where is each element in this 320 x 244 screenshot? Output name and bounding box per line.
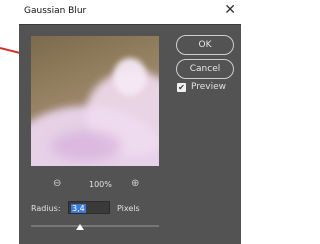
close-icon[interactable]: ✕ bbox=[224, 2, 236, 18]
zoom-in-icon[interactable]: ⊕ bbox=[131, 178, 139, 189]
preview-image[interactable] bbox=[31, 36, 159, 166]
preview-blob bbox=[113, 58, 147, 96]
zoom-out-icon[interactable]: ⊖ bbox=[53, 178, 61, 189]
gaussian-blur-dialog: Gaussian Blur ✕ OK Cancel ✔ Preview ⊖ 10… bbox=[19, 0, 241, 244]
dialog-title: Gaussian Blur bbox=[24, 6, 87, 16]
radius-label: Radius: bbox=[31, 204, 61, 213]
ok-button[interactable]: OK bbox=[176, 35, 234, 55]
radius-value: 3,4 bbox=[71, 204, 86, 213]
preview-checkbox-label[interactable]: Preview bbox=[191, 82, 226, 92]
radius-slider-thumb[interactable] bbox=[75, 224, 84, 230]
title-bar: Gaussian Blur ✕ bbox=[19, 0, 241, 24]
title-separator bbox=[19, 24, 241, 25]
preview-blob bbox=[51, 131, 121, 161]
preview-checkbox[interactable]: ✔ bbox=[177, 83, 186, 92]
radius-slider-track[interactable] bbox=[31, 225, 159, 227]
radius-input[interactable]: 3,4 bbox=[68, 201, 110, 214]
zoom-level: 100% bbox=[89, 180, 112, 189]
radius-units: Pixels bbox=[117, 204, 140, 213]
cancel-button[interactable]: Cancel bbox=[176, 59, 234, 79]
